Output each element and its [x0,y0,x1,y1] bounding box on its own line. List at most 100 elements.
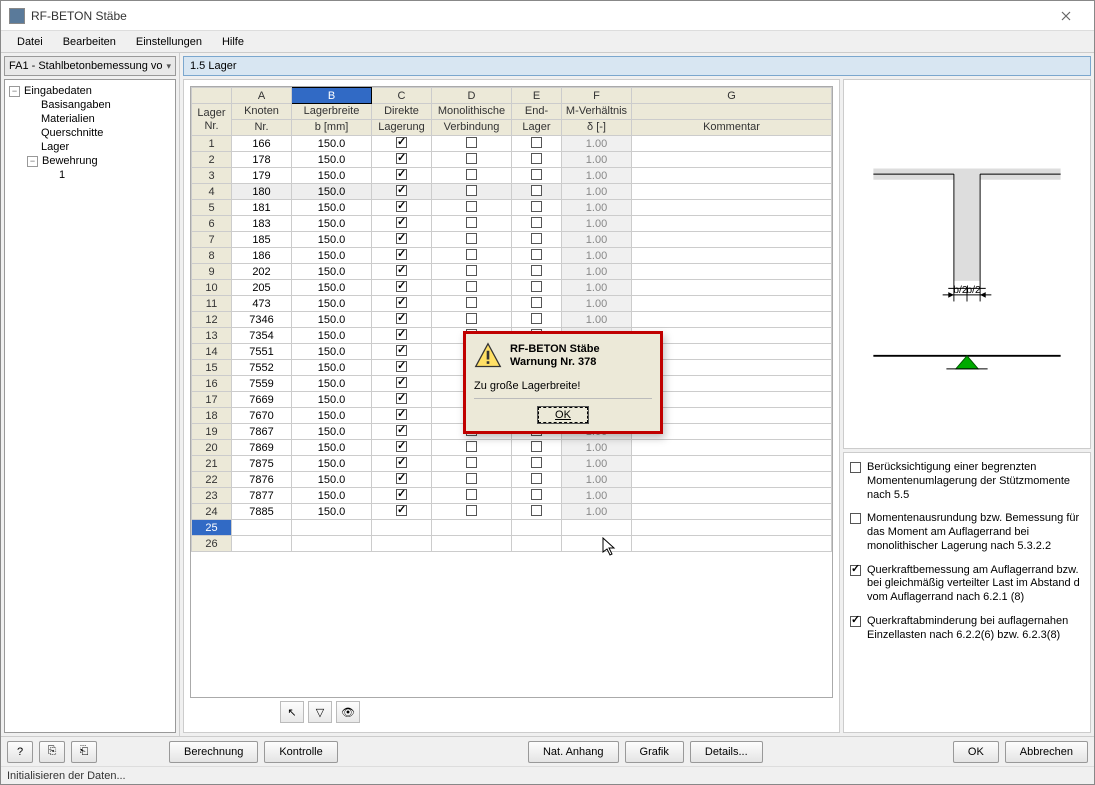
option-2[interactable]: Querkraftbemessung am Auflagerrand bzw. … [850,564,1084,605]
row-head-10[interactable]: 10 [192,280,232,296]
cell-d[interactable] [372,408,432,424]
row-head-22[interactable]: 22 [192,472,232,488]
cell-d[interactable] [372,328,432,344]
cell-knoten[interactable]: 180 [232,184,292,200]
cell-knoten[interactable]: 7867 [232,424,292,440]
export-button[interactable]: ⎘ [39,741,65,763]
cell-lagerbreite[interactable]: 150.0 [292,440,372,456]
cell-knoten[interactable]: 7551 [232,344,292,360]
cell-m[interactable] [432,440,512,456]
cell-lagerbreite[interactable]: 150.0 [292,280,372,296]
dialog-ok-button[interactable]: OK [538,407,588,423]
cell-m[interactable] [432,520,512,536]
cell-d[interactable] [372,136,432,152]
col-letter-D[interactable]: D [432,88,512,104]
cell-m[interactable] [432,488,512,504]
nat-anhang-button[interactable]: Nat. Anhang [528,741,619,763]
cell-comment[interactable] [632,216,832,232]
cell-d[interactable] [372,488,432,504]
cell-comment[interactable] [632,504,832,520]
cell-lagerbreite[interactable]: 150.0 [292,216,372,232]
cell-d[interactable] [372,152,432,168]
menu-bearbeiten[interactable]: Bearbeiten [53,34,126,50]
cell-lagerbreite[interactable]: 150.0 [292,312,372,328]
cell-comment[interactable] [632,264,832,280]
row-head-13[interactable]: 13 [192,328,232,344]
cell-m[interactable] [432,536,512,552]
row-head-19[interactable]: 19 [192,424,232,440]
tree-querschnitte[interactable]: Querschnitte [5,126,175,140]
cell-e[interactable] [512,456,562,472]
details-button[interactable]: Details... [690,741,763,763]
cell-comment[interactable] [632,536,832,552]
cell-e[interactable] [512,472,562,488]
cell-lagerbreite[interactable]: 150.0 [292,360,372,376]
cell-e[interactable] [512,440,562,456]
cell-d[interactable] [372,200,432,216]
cell-d[interactable] [372,520,432,536]
cell-d[interactable] [372,296,432,312]
option-1[interactable]: Momentenausrundung bzw. Bemessung für da… [850,512,1084,553]
cell-knoten[interactable]: 7354 [232,328,292,344]
cell-lagerbreite[interactable]: 150.0 [292,488,372,504]
tree-basisangaben[interactable]: Basisangaben [5,98,175,112]
cell-lagerbreite[interactable]: 150.0 [292,504,372,520]
cell-e[interactable] [512,168,562,184]
cell-knoten[interactable]: 185 [232,232,292,248]
cell-lagerbreite[interactable]: 150.0 [292,344,372,360]
cell-d[interactable] [372,344,432,360]
cell-lagerbreite[interactable]: 150.0 [292,376,372,392]
cell-d[interactable] [372,168,432,184]
cell-lagerbreite[interactable]: 150.0 [292,456,372,472]
cell-e[interactable] [512,200,562,216]
cell-d[interactable] [372,232,432,248]
cell-m[interactable] [432,152,512,168]
cell-m[interactable] [432,248,512,264]
cell-e[interactable] [512,184,562,200]
import-button[interactable]: ⎗ [71,741,97,763]
cell-lagerbreite[interactable]: 150.0 [292,200,372,216]
cell-knoten[interactable]: 178 [232,152,292,168]
nav-tree[interactable]: −Eingabedaten Basisangaben Materialien Q… [4,79,176,733]
cell-knoten[interactable]: 166 [232,136,292,152]
cell-e[interactable] [512,296,562,312]
cell-knoten[interactable] [232,520,292,536]
row-head-16[interactable]: 16 [192,376,232,392]
cell-m[interactable] [432,264,512,280]
row-head-4[interactable]: 4 [192,184,232,200]
cell-knoten[interactable]: 181 [232,200,292,216]
cell-e[interactable] [512,536,562,552]
cell-d[interactable] [372,456,432,472]
cell-e[interactable] [512,232,562,248]
tree-materialien[interactable]: Materialien [5,112,175,126]
row-head-1[interactable]: 1 [192,136,232,152]
col-letter-F[interactable]: F [562,88,632,104]
cell-d[interactable] [372,360,432,376]
row-head-3[interactable]: 3 [192,168,232,184]
cell-d[interactable] [372,536,432,552]
cell-d[interactable] [372,216,432,232]
kontrolle-button[interactable]: Kontrolle [264,741,337,763]
cell-comment[interactable] [632,456,832,472]
row-head-7[interactable]: 7 [192,232,232,248]
cell-knoten[interactable]: 7885 [232,504,292,520]
tree-bewehrung-1[interactable]: 1 [5,168,175,182]
option-checkbox[interactable] [850,616,861,627]
data-grid[interactable]: ABCDEFGLagerNr.KnotenLagerbreiteDirekteM… [191,87,832,552]
filter-button[interactable]: ▽ [308,701,332,723]
cell-ratio[interactable] [562,520,632,536]
cell-m[interactable] [432,200,512,216]
cell-m[interactable] [432,472,512,488]
cell-e[interactable] [512,312,562,328]
pick-button[interactable]: ↖ [280,701,304,723]
case-combo[interactable]: FA1 - Stahlbetonbemessung vo ▾ [4,56,176,76]
cell-m[interactable] [432,184,512,200]
cell-knoten[interactable]: 7877 [232,488,292,504]
cell-d[interactable] [372,184,432,200]
cell-knoten[interactable]: 7876 [232,472,292,488]
row-head-12[interactable]: 12 [192,312,232,328]
col-letter-A[interactable]: A [232,88,292,104]
cell-e[interactable] [512,504,562,520]
cell-m[interactable] [432,136,512,152]
cell-e[interactable] [512,280,562,296]
